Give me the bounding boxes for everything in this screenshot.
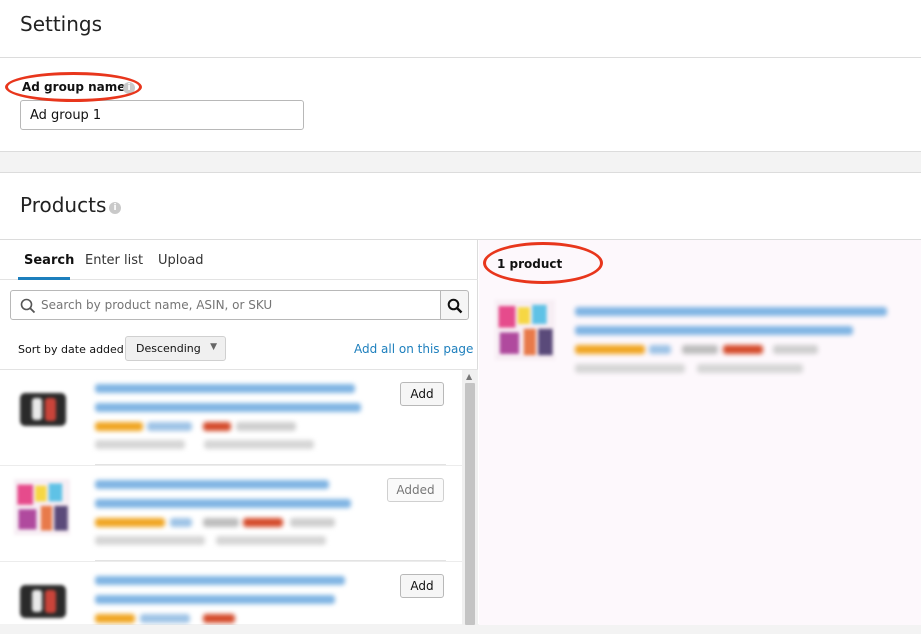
chevron-down-icon: ▼ bbox=[210, 342, 217, 352]
settings-card: Settings Ad group name i bbox=[0, 0, 921, 152]
tab-enter-list[interactable]: Enter list bbox=[85, 253, 143, 268]
selected-product-count: 1 product bbox=[497, 257, 563, 271]
products-card: Products i Search Enter list Upload Sear… bbox=[0, 172, 921, 625]
info-icon[interactable]: i bbox=[109, 202, 121, 214]
tab-upload[interactable]: Upload bbox=[158, 253, 204, 268]
party-favors-icon bbox=[14, 479, 70, 535]
add-all-link[interactable]: Add all on this page bbox=[354, 342, 473, 356]
add-product-button[interactable]: Add bbox=[400, 382, 444, 406]
search-icon bbox=[20, 298, 36, 314]
charging-pad-icon bbox=[20, 585, 66, 618]
search-box bbox=[10, 290, 441, 320]
search-button[interactable] bbox=[440, 290, 469, 320]
settings-divider bbox=[0, 57, 921, 58]
ad-group-name-label: Ad group name bbox=[22, 80, 126, 94]
ad-group-name-input[interactable] bbox=[20, 100, 304, 130]
scrollbar[interactable]: ▲ bbox=[462, 370, 478, 625]
row-divider bbox=[95, 464, 446, 465]
sort-label: Sort by date added bbox=[18, 343, 124, 356]
added-product-button[interactable]: Added bbox=[387, 478, 444, 502]
sort-order-select[interactable]: Descending ▼ bbox=[125, 336, 226, 361]
product-search-pane: Search Enter list Upload Sort by date ad… bbox=[0, 240, 478, 625]
products-title: Products bbox=[20, 193, 107, 217]
list-item: Added bbox=[0, 466, 462, 562]
sort-selected-value: Descending bbox=[136, 342, 201, 355]
page: Settings Ad group name i Products i Sear… bbox=[0, 0, 921, 634]
tab-search[interactable]: Search bbox=[24, 253, 74, 268]
selected-products-pane: 1 product bbox=[479, 240, 921, 625]
list-item: Add bbox=[0, 562, 462, 625]
add-product-button[interactable]: Add bbox=[400, 574, 444, 598]
settings-title: Settings bbox=[20, 12, 103, 36]
active-tab-indicator bbox=[18, 277, 70, 280]
party-favors-icon bbox=[495, 300, 555, 360]
list-item: Add bbox=[0, 370, 462, 466]
search-input[interactable] bbox=[41, 291, 436, 319]
search-icon bbox=[447, 298, 463, 314]
scroll-thumb[interactable] bbox=[465, 383, 475, 625]
info-icon[interactable]: i bbox=[123, 82, 135, 94]
scroll-up-icon[interactable]: ▲ bbox=[466, 372, 472, 381]
charging-pad-icon bbox=[20, 393, 66, 426]
product-list: Add Added Add bbox=[0, 370, 462, 625]
row-divider bbox=[95, 560, 446, 561]
tab-bar: Search Enter list Upload bbox=[0, 240, 478, 280]
